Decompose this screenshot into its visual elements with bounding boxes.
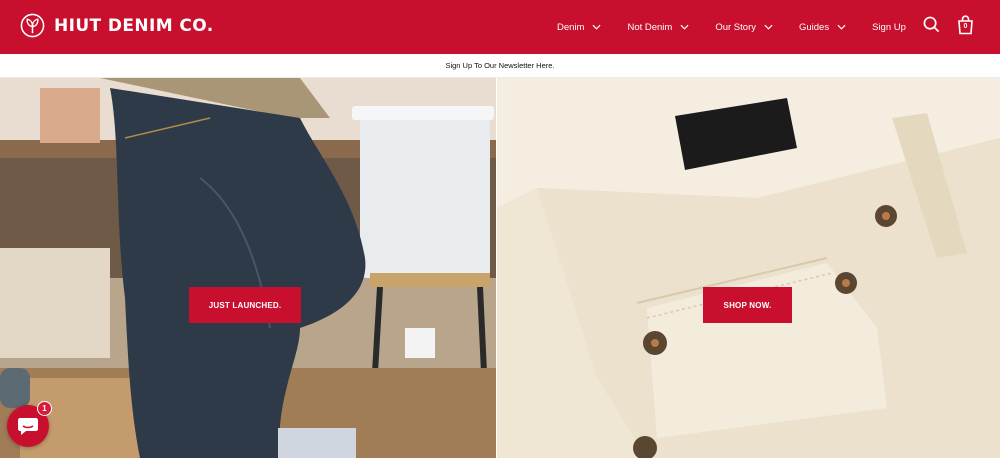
nav-item-label: Sign Up (872, 21, 906, 33)
hero-right-panel[interactable]: SHOP NOW. (497, 78, 1000, 458)
chevron-down-icon (592, 24, 601, 30)
nav-item-label: Not Denim (627, 21, 673, 33)
nav-item-label: Denim (557, 21, 585, 33)
search-icon[interactable] (923, 16, 940, 33)
leaf-logo-icon (20, 13, 45, 38)
page: HIUT DENIM CO. Denim Not Denim Our Story… (0, 0, 1000, 458)
chat-bubble-icon (18, 418, 38, 435)
nav-item-label: Guides (798, 21, 830, 33)
chevron-down-icon (764, 24, 773, 30)
brand-name: HIUT DENIM CO. (54, 15, 214, 36)
nav-item-not-denim[interactable]: Not Denim (627, 22, 689, 33)
site-header: HIUT DENIM CO. Denim Not Denim Our Story… (0, 0, 1000, 54)
cart-count: 0 (963, 23, 968, 30)
chevron-down-icon (837, 24, 846, 30)
announcement-bar: Sign Up To Our Newsletter Here. (0, 54, 1000, 78)
shop-now-button[interactable]: SHOP NOW. (703, 287, 792, 323)
main-nav: Denim Not Denim Our Story Guides Sign Up (557, 0, 906, 54)
hero-right-image (497, 78, 1000, 458)
nav-item-denim[interactable]: Denim (557, 22, 601, 33)
hero-left-image (0, 78, 496, 458)
cart-button[interactable]: 0 (957, 15, 974, 35)
newsletter-link[interactable]: Sign Up To Our Newsletter Here. (445, 61, 554, 70)
nav-item-sign-up[interactable]: Sign Up (872, 22, 906, 33)
chat-notification-badge: 1 (37, 401, 52, 416)
just-launched-button[interactable]: JUST LAUNCHED. (189, 287, 301, 323)
nav-item-guides[interactable]: Guides (799, 22, 846, 33)
logo-link[interactable]: HIUT DENIM CO. (20, 13, 214, 38)
nav-item-label: Our Story (715, 21, 756, 33)
chevron-down-icon (680, 24, 689, 30)
hero-left-panel[interactable]: JUST LAUNCHED. (0, 78, 496, 458)
nav-item-our-story[interactable]: Our Story (715, 22, 773, 33)
